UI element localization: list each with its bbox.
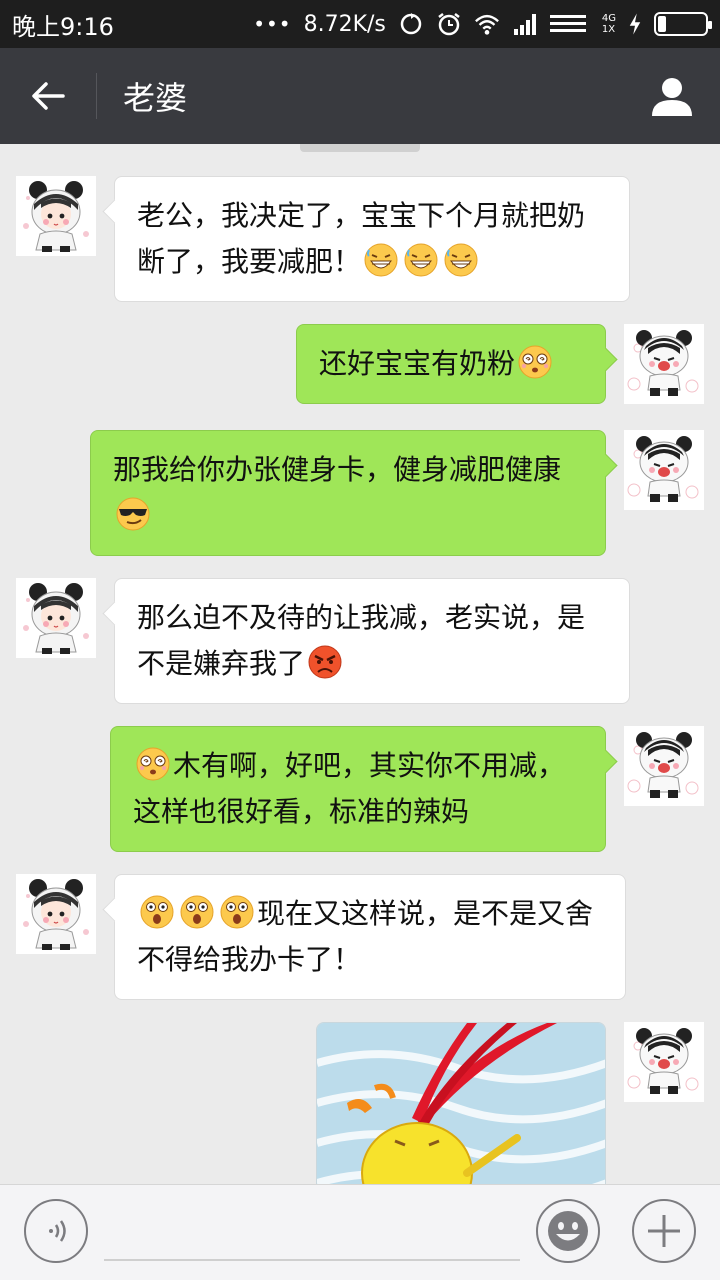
network-type: 4G 1X <box>601 13 616 35</box>
shocked-emoji-icon <box>179 894 215 930</box>
wifi-icon <box>474 14 499 35</box>
dizzy-emoji-icon <box>135 746 171 782</box>
message-bubble-outgoing[interactable]: 还好宝宝有奶粉 <box>296 324 606 404</box>
message-bubble-incoming[interactable]: 老公，我决定了，宝宝下个月就把奶断了，我要减肥！ <box>114 176 630 302</box>
plus-icon <box>648 1215 680 1247</box>
profile-button[interactable] <box>624 48 720 144</box>
chat-area[interactable]: 老公，我决定了，宝宝下个月就把奶断了，我要减肥！ 还好宝宝有奶粉 那我给你办张健… <box>0 144 720 1184</box>
nav-bar: 老婆 <box>0 48 720 144</box>
more-button[interactable] <box>632 1199 696 1263</box>
message-bubble-incoming[interactable]: 现在又这样说，是不是又舍不得给我办卡了！ <box>114 874 626 1000</box>
alarm-icon <box>438 13 460 36</box>
more-dots-icon: ••• <box>253 12 292 36</box>
charging-icon <box>629 13 641 35</box>
message-text: 那我给你办张健身卡，健身减肥健康 <box>113 453 562 486</box>
message-bubble-outgoing[interactable]: 木有啊，好吧，其实你不用减，这样也很好看，标准的辣妈 <box>110 726 606 852</box>
emoji-button[interactable] <box>536 1199 600 1263</box>
my-avatar[interactable] <box>624 430 704 510</box>
battery-icon <box>654 12 712 36</box>
sunglasses-emoji-icon <box>115 496 151 532</box>
message-text: 木有啊，好吧，其实你不用减，这样也很好看，标准的辣妈 <box>133 749 566 828</box>
chat-title: 老婆 <box>123 79 188 117</box>
pull-indicator <box>300 144 420 152</box>
message-bubble-incoming[interactable]: 那么迫不及待的让我减，老实说，是不是嫌弃我了 <box>114 578 630 704</box>
status-bar: 晚上9:16 ••• 8.72K/s 4G 1X <box>0 0 720 48</box>
message-bubble-outgoing[interactable]: 那我给你办张健身卡，健身减肥健康 <box>90 430 606 556</box>
shocked-emoji-icon <box>219 894 255 930</box>
grin-sweat-emoji-icon <box>363 242 399 278</box>
grin-sweat-emoji-icon <box>443 242 479 278</box>
voice-button[interactable] <box>24 1199 88 1263</box>
dizzy-emoji-icon <box>517 344 553 380</box>
sticker-image[interactable] <box>316 1022 606 1184</box>
nav-divider <box>96 73 97 119</box>
my-avatar[interactable] <box>624 1022 704 1102</box>
message-text: 老公，我决定了，宝宝下个月就把奶断了，我要减肥！ <box>137 199 586 278</box>
contact-avatar[interactable] <box>16 176 96 256</box>
status-icons: ••• 8.72K/s 4G 1X <box>253 11 712 37</box>
back-button[interactable] <box>0 48 96 144</box>
grin-sweat-emoji-icon <box>403 242 439 278</box>
message-text: 那么迫不及待的让我减，老实说，是不是嫌弃我了 <box>137 601 586 680</box>
signal-icon <box>513 14 536 35</box>
yellow-chick-sticker-icon <box>317 1023 605 1184</box>
angry-emoji-icon <box>307 644 343 680</box>
my-avatar[interactable] <box>624 324 704 404</box>
contact-avatar[interactable] <box>16 874 96 954</box>
smiley-icon <box>548 1211 588 1251</box>
shocked-emoji-icon <box>139 894 175 930</box>
my-avatar[interactable] <box>624 726 704 806</box>
back-arrow-icon <box>32 82 65 110</box>
signal-icon-2 <box>549 15 586 32</box>
sync-icon <box>400 13 422 35</box>
status-time: 晚上9:16 <box>12 12 114 41</box>
network-speed: 8.72K/s <box>303 11 386 37</box>
contact-avatar[interactable] <box>16 578 96 658</box>
person-icon <box>652 78 692 116</box>
message-text: 还好宝宝有奶粉 <box>319 347 516 380</box>
input-bar <box>0 1184 720 1280</box>
voice-icon <box>49 1220 66 1242</box>
message-input[interactable] <box>104 1201 520 1261</box>
